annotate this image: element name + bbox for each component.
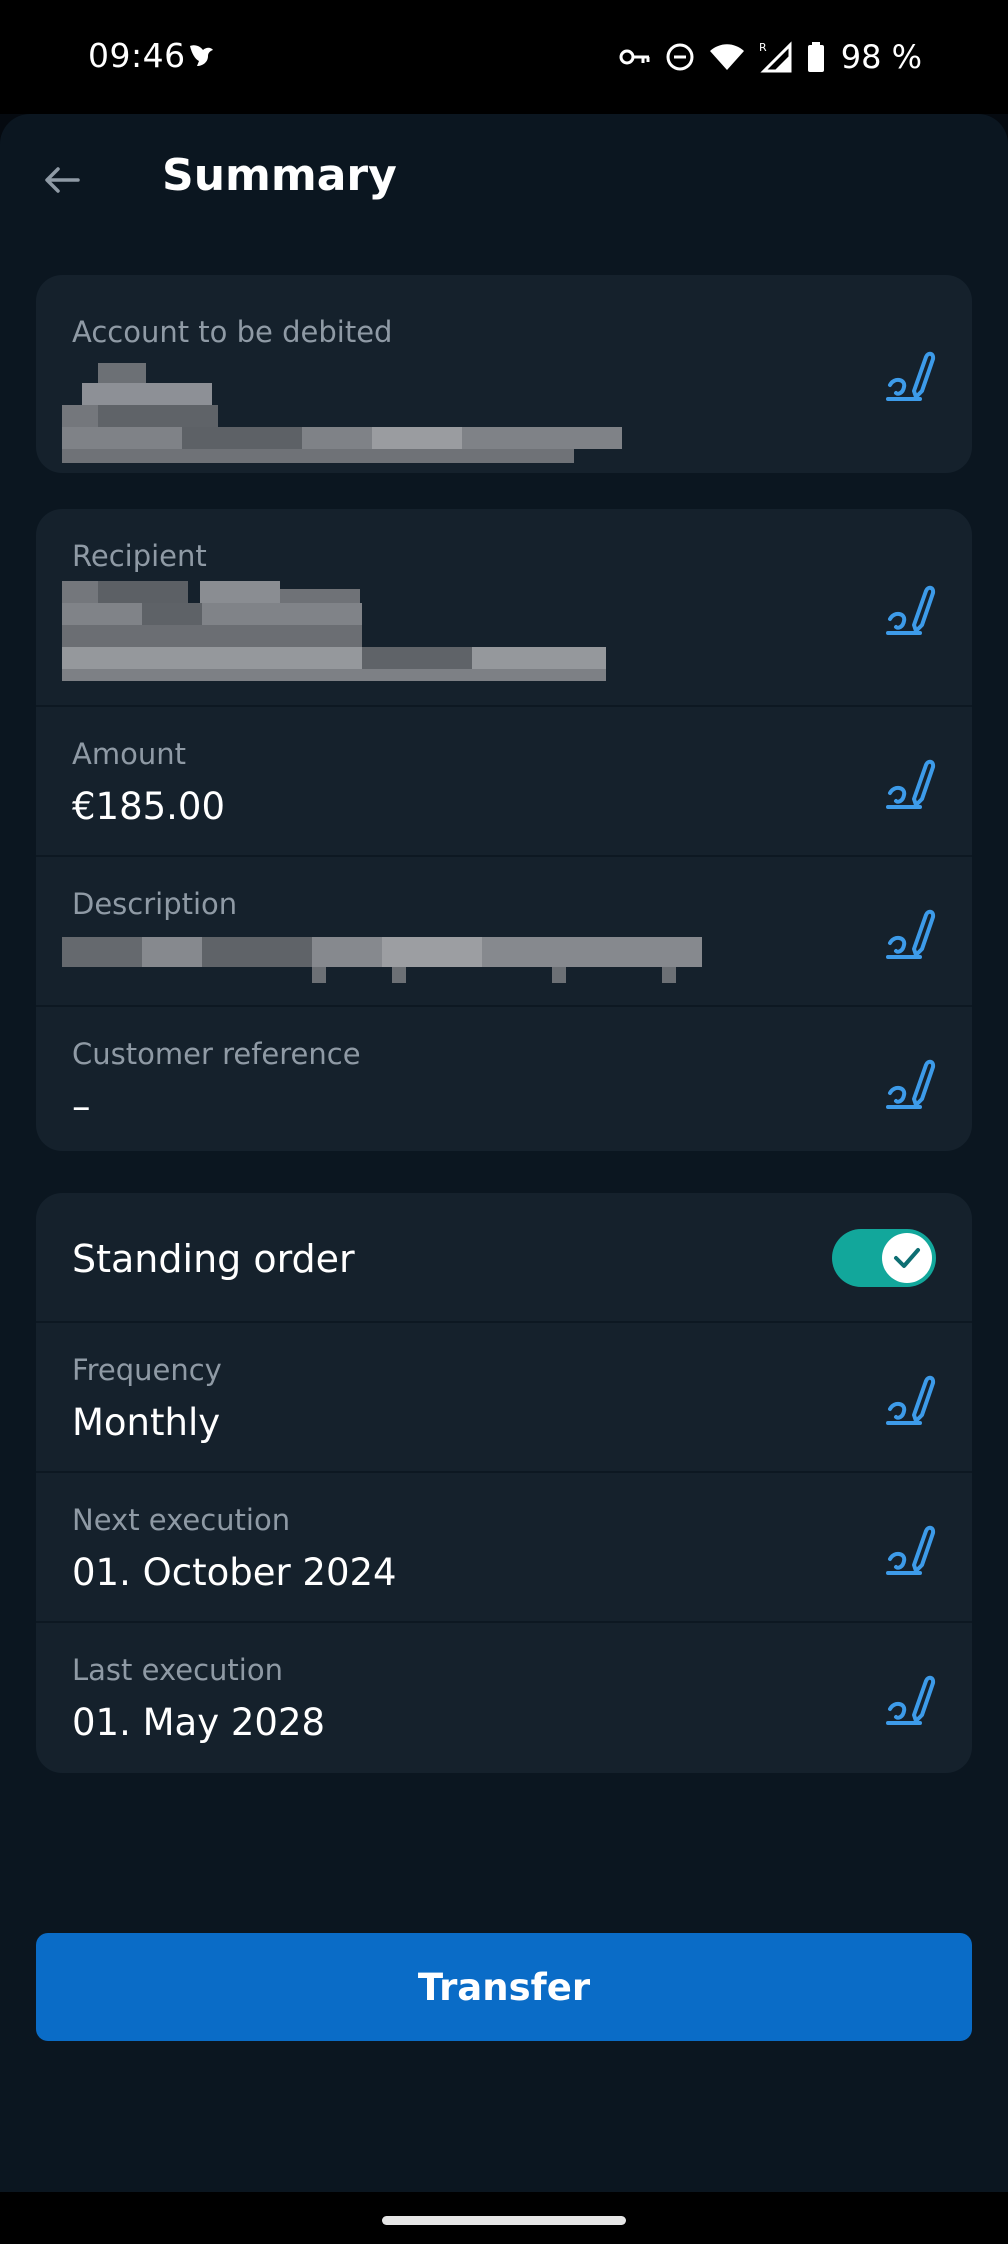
frequency-row[interactable]: Frequency Monthly bbox=[36, 1323, 972, 1473]
edit-pen-icon[interactable] bbox=[886, 1673, 936, 1725]
description-label: Description bbox=[72, 887, 238, 921]
status-icons: R 98 % bbox=[619, 38, 922, 76]
edit-pen-icon[interactable] bbox=[886, 907, 936, 959]
wifi-icon bbox=[709, 44, 744, 70]
battery-icon bbox=[807, 42, 824, 72]
edit-pen-icon[interactable] bbox=[886, 349, 936, 401]
frequency-value: Monthly bbox=[72, 1401, 221, 1444]
app-screen: Summary Account to be debited Recipient … bbox=[0, 114, 1008, 2192]
arrow-left-icon bbox=[45, 167, 80, 193]
description-row[interactable]: Description bbox=[36, 857, 972, 1007]
next-execution-value: 01. October 2024 bbox=[72, 1551, 397, 1594]
toggle-knob bbox=[882, 1233, 932, 1283]
edit-pen-icon[interactable] bbox=[886, 1373, 936, 1425]
checkmark-icon bbox=[894, 1248, 920, 1268]
signal-icon: R bbox=[759, 41, 792, 73]
last-execution-label: Last execution bbox=[72, 1653, 283, 1687]
redacted-description-value bbox=[62, 937, 702, 987]
recipient-row[interactable]: Recipient bbox=[36, 509, 972, 707]
top-bar: Summary bbox=[0, 114, 1008, 234]
redacted-recipient-value bbox=[62, 581, 622, 681]
standing-order-row: Standing order bbox=[36, 1193, 972, 1323]
edit-pen-icon[interactable] bbox=[886, 1523, 936, 1575]
amount-row[interactable]: Amount €185.00 bbox=[36, 707, 972, 857]
gesture-nav-bar bbox=[0, 2192, 1008, 2244]
redacted-account-value bbox=[62, 363, 622, 463]
amount-value: €185.00 bbox=[72, 785, 226, 828]
status-time: 09:46 bbox=[88, 36, 186, 75]
next-execution-label: Next execution bbox=[72, 1503, 291, 1537]
next-execution-row[interactable]: Next execution 01. October 2024 bbox=[36, 1473, 972, 1623]
page-title: Summary bbox=[162, 150, 397, 201]
dnd-icon bbox=[666, 43, 694, 71]
edit-pen-icon[interactable] bbox=[886, 583, 936, 635]
key-icon bbox=[619, 49, 650, 65]
customer-reference-label: Customer reference bbox=[72, 1037, 361, 1071]
debit-account-row[interactable]: Account to be debited bbox=[36, 275, 972, 473]
edit-pen-icon[interactable] bbox=[886, 757, 936, 809]
status-bar: 09:46 R 98 % bbox=[0, 0, 1008, 114]
battery-percent: 98 % bbox=[840, 38, 922, 76]
amount-label: Amount bbox=[72, 737, 186, 771]
standing-order-toggle[interactable] bbox=[832, 1229, 936, 1287]
standing-order-label: Standing order bbox=[72, 1237, 355, 1281]
last-execution-row[interactable]: Last execution 01. May 2028 bbox=[36, 1623, 972, 1773]
standing-order-card: Standing order Frequency Monthly Next ex… bbox=[36, 1193, 972, 1773]
recipient-label: Recipient bbox=[72, 539, 207, 573]
transaction-details-card: Recipient Amount €185.00 Description Cus… bbox=[36, 509, 972, 1151]
frequency-label: Frequency bbox=[72, 1353, 222, 1387]
customer-reference-value: – bbox=[72, 1085, 91, 1128]
debit-account-card: Account to be debited bbox=[36, 275, 972, 473]
transfer-button[interactable]: Transfer bbox=[36, 1933, 972, 2041]
bird-notification-icon bbox=[190, 45, 213, 66]
last-execution-value: 01. May 2028 bbox=[72, 1701, 326, 1744]
debit-account-label: Account to be debited bbox=[72, 315, 393, 349]
back-button[interactable] bbox=[36, 154, 88, 206]
edit-pen-icon[interactable] bbox=[886, 1057, 936, 1109]
svg-text:R: R bbox=[759, 41, 767, 54]
customer-reference-row[interactable]: Customer reference – bbox=[36, 1007, 972, 1151]
home-handle[interactable] bbox=[382, 2216, 626, 2225]
